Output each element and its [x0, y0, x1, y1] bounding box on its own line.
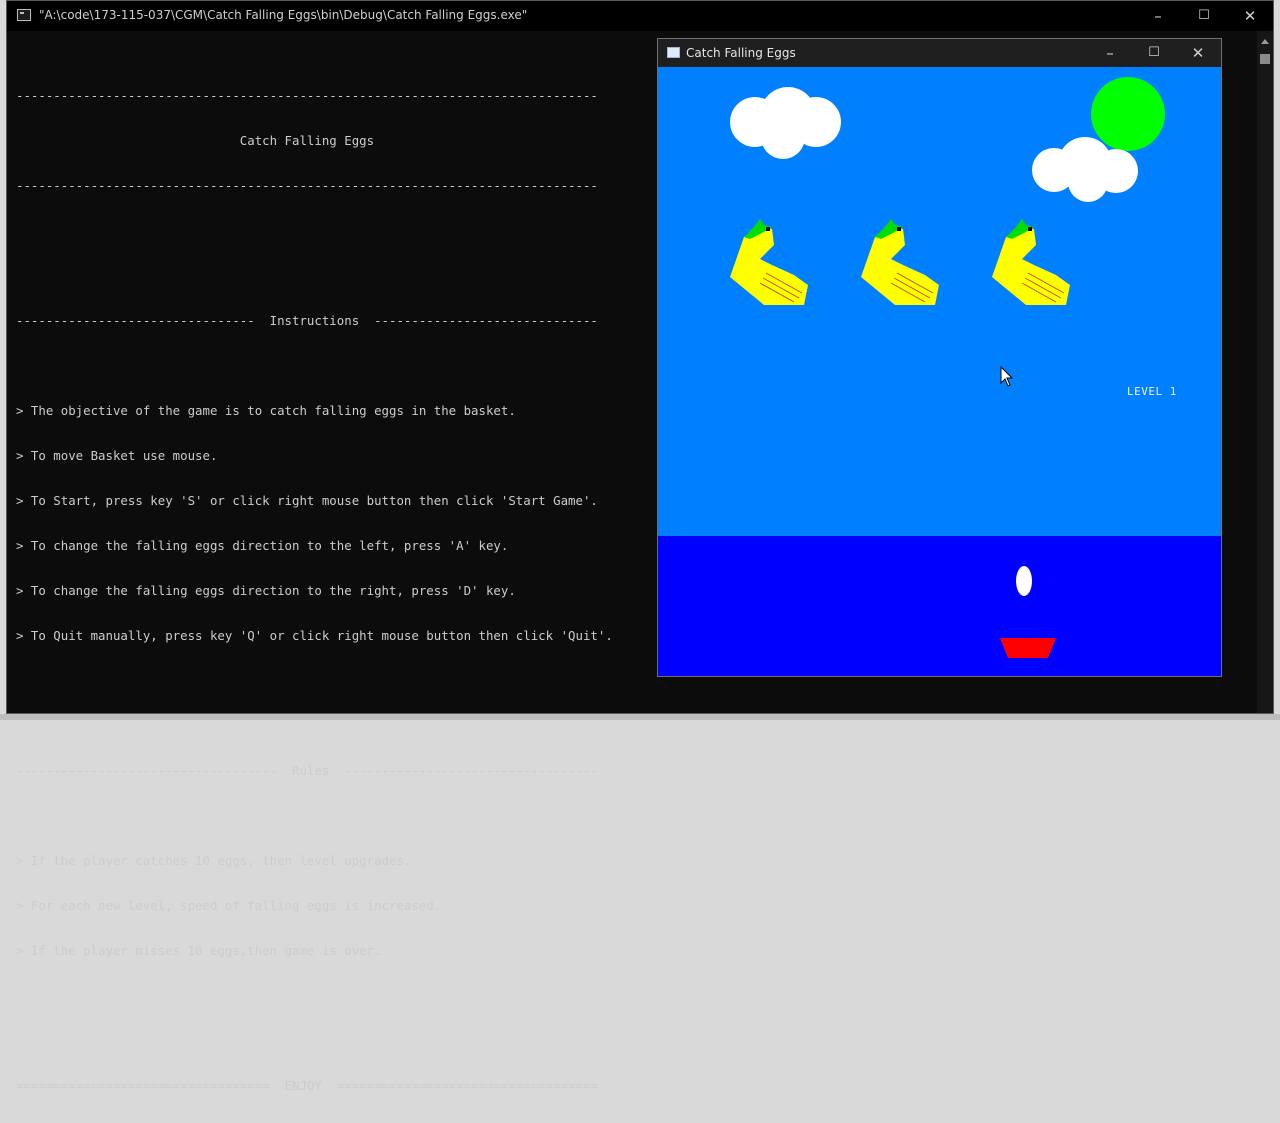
game-close-button[interactable]: ✕	[1175, 39, 1221, 67]
instruction-line: > To Start, press key 'S' or click right…	[16, 493, 598, 508]
console-output: ----------------------------------------…	[16, 58, 636, 1123]
duck	[992, 219, 1070, 305]
console-minimize-button[interactable]: –	[1135, 1, 1181, 31]
game-maximize-button[interactable]: ☐	[1131, 39, 1177, 67]
duck	[861, 219, 939, 305]
console-heading-title: Catch Falling Eggs	[16, 133, 375, 148]
game-scene	[730, 77, 1165, 658]
game-window-title: Catch Falling Eggs	[686, 46, 796, 60]
console-line: ----------------------------------------…	[16, 88, 598, 103]
console-scrollbar[interactable]	[1257, 31, 1273, 713]
game-app-icon	[667, 47, 680, 58]
rule-line: > If the player misses 10 eggs,then game…	[16, 943, 382, 958]
sun	[1091, 77, 1165, 151]
console-titlebar[interactable]: "A:\code\173-115-037\CGM\Catch Falling E…	[7, 1, 1273, 31]
background-status-strip	[0, 714, 1280, 720]
instruction-line: > The objective of the game is to catch …	[16, 403, 516, 418]
scroll-up-icon[interactable]	[1261, 39, 1269, 44]
duck	[730, 219, 808, 305]
console-maximize-button[interactable]: ☐	[1181, 1, 1227, 31]
console-app-icon	[17, 9, 31, 21]
mouse-cursor-icon	[1000, 366, 1014, 387]
instruction-line: > To change the falling eggs direction t…	[16, 583, 516, 598]
game-minimize-button[interactable]: –	[1087, 39, 1133, 67]
game-canvas[interactable]: LEVEL 1	[658, 67, 1221, 676]
game-titlebar[interactable]: Catch Falling Eggs – ☐ ✕	[658, 39, 1221, 67]
egg	[1016, 566, 1032, 596]
console-window-title: "A:\code\173-115-037\CGM\Catch Falling E…	[39, 8, 528, 22]
game-window: Catch Falling Eggs – ☐ ✕ LEVEL 1	[657, 38, 1222, 677]
console-heading-rules: ----------------------------------- Rule…	[16, 763, 598, 778]
instruction-line: > To Quit manually, press key 'Q' or cli…	[16, 628, 613, 643]
scrollbar-thumb[interactable]	[1260, 54, 1270, 64]
console-heading-instructions: -------------------------------- Instruc…	[16, 313, 598, 328]
console-line: ----------------------------------------…	[16, 178, 598, 193]
level-label: LEVEL 1	[1127, 385, 1177, 398]
console-close-button[interactable]: ✕	[1227, 1, 1273, 31]
instruction-line: > To move Basket use mouse.	[16, 448, 218, 463]
rule-line: > For each new level, speed of falling e…	[16, 898, 442, 913]
instruction-line: > To change the falling eggs direction t…	[16, 538, 509, 553]
basket	[1000, 638, 1056, 658]
cloud	[730, 87, 841, 159]
rule-line: > If the player catches 10 eggs, then le…	[16, 853, 412, 868]
console-heading-enjoy: ================================== ENJOY…	[16, 1078, 598, 1093]
